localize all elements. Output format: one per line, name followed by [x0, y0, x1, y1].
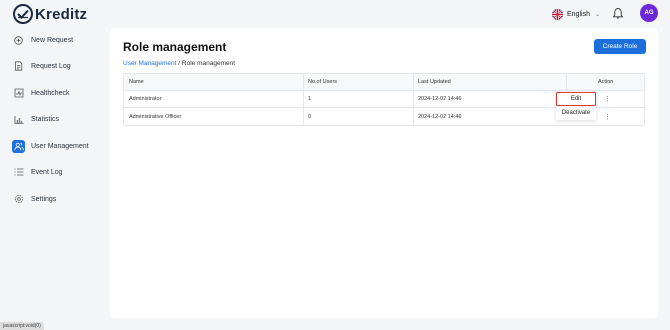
menu-item-deactivate[interactable]: Deactivate [556, 106, 596, 120]
role-last-updated: 2024-12-02 14:46 [418, 96, 462, 102]
bell-icon[interactable] [612, 7, 624, 20]
gear-icon [12, 193, 25, 206]
column-divider [566, 74, 567, 90]
role-last-updated: 2024-12-02 14:46 [418, 113, 462, 120]
sidebar-item-label: Healthcheck [31, 89, 70, 97]
page-title: Role management [123, 40, 227, 54]
sidebar-item-request-log[interactable]: Request Log [12, 58, 102, 74]
header-users: No.of Users [308, 79, 338, 85]
sidebar-item-label: New Request [31, 36, 74, 44]
sidebar-item-label: Settings [31, 195, 57, 203]
status-bar: javascript:void(0) [0, 322, 44, 330]
column-divider [413, 108, 414, 125]
breadcrumb-user-management-link[interactable]: User Management [123, 60, 176, 67]
table-header-row: Name No.of Users Last Updated Action [124, 74, 644, 91]
top-bar: Kreditz English ⌄ AG [0, 0, 670, 28]
row-action-menu: Edit Deactivate [556, 92, 596, 120]
breadcrumb: User Management / Role management [123, 60, 235, 67]
users-icon [12, 139, 25, 153]
header-action: Action [598, 79, 614, 85]
logo-text: Kreditz [35, 5, 88, 23]
sidebar-item-statistics[interactable]: Statistics [12, 111, 102, 127]
column-divider [303, 74, 304, 90]
avatar[interactable]: AG [640, 4, 658, 22]
main-card: Role management Create Role User Managem… [110, 28, 658, 318]
sidebar-item-new-request[interactable]: New Request [12, 32, 102, 48]
logo-check-icon [13, 4, 33, 24]
more-vertical-icon[interactable]: ⋮ [604, 108, 611, 125]
health-icon [12, 87, 25, 100]
sidebar-item-healthcheck[interactable]: Healthcheck [12, 85, 102, 101]
more-vertical-icon[interactable]: ⋮ [604, 91, 611, 107]
role-name: Administrative Officer [129, 113, 182, 120]
sidebar: New Request Request Log Healthcheck Stat… [0, 28, 105, 330]
language-selector[interactable]: English ⌄ [552, 7, 600, 21]
sidebar-item-label: Statistics [31, 115, 60, 123]
role-users: 1 [308, 96, 312, 102]
sidebar-item-label: User Management [31, 142, 89, 150]
header-last-updated: Last Updated [418, 79, 451, 85]
column-divider [413, 91, 414, 107]
column-divider [303, 91, 304, 107]
menu-item-edit[interactable]: Edit [556, 92, 596, 106]
language-label: English [567, 10, 590, 18]
column-divider [303, 108, 304, 125]
sidebar-item-settings[interactable]: Settings [12, 191, 102, 207]
chevron-down-icon: ⌄ [594, 11, 600, 18]
role-name: Administrator [129, 96, 162, 102]
header-name: Name [129, 79, 144, 85]
column-divider [413, 74, 414, 90]
sidebar-item-user-management[interactable]: User Management [12, 138, 102, 154]
plus-circle-icon [12, 34, 25, 47]
breadcrumb-current: Role management [181, 60, 236, 67]
uk-flag-icon [552, 8, 563, 20]
document-icon [12, 60, 25, 73]
sidebar-item-event-log[interactable]: Event Log [12, 164, 102, 180]
role-users: 0 [308, 113, 312, 120]
logo[interactable]: Kreditz [13, 3, 87, 25]
bar-chart-icon [12, 113, 25, 126]
sidebar-item-label: Event Log [31, 168, 63, 176]
list-icon [12, 166, 25, 179]
create-role-button[interactable]: Create Role [594, 39, 646, 54]
sidebar-item-label: Request Log [31, 62, 71, 70]
